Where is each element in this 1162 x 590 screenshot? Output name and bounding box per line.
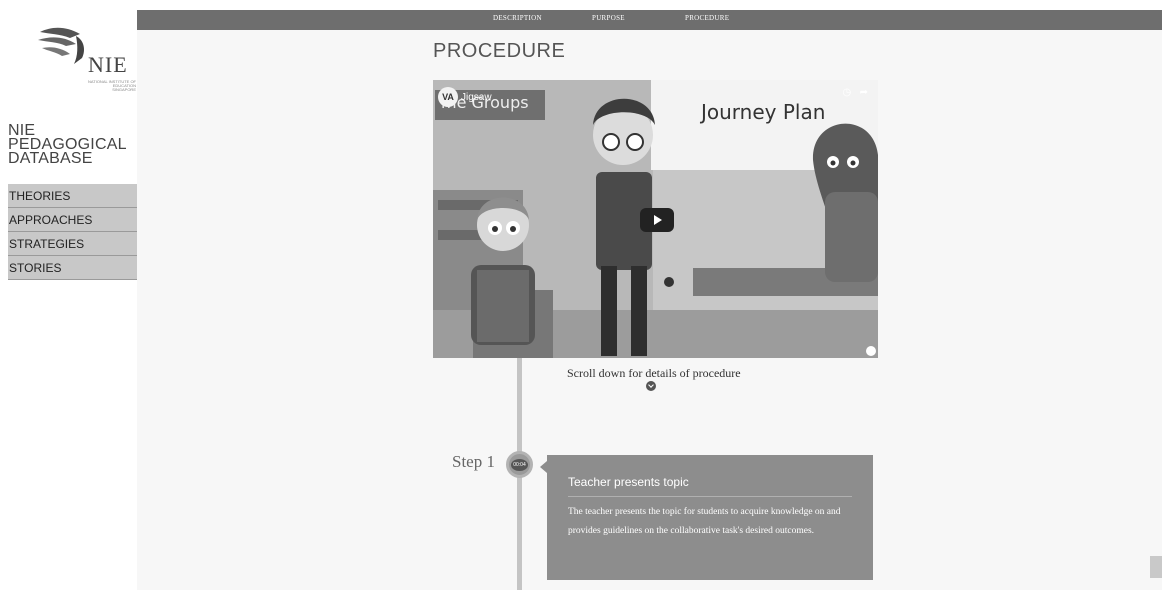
sidebar-menu: THEORIES APPROACHES STRATEGIES STORIES (8, 184, 137, 280)
lion-head-icon (38, 27, 84, 64)
step-card: Teacher presents topic The teacher prese… (540, 455, 873, 580)
nav-procedure[interactable]: PROCEDURE (685, 14, 729, 22)
channel-avatar-icon[interactable]: VA (438, 87, 458, 107)
database-title: NIE PEDAGOGICAL DATABASE (8, 123, 138, 167)
video-player[interactable]: me Groups VA Jigsaw Journey Plan ◷ ➦ (433, 80, 878, 358)
step-title: Teacher presents topic (568, 475, 689, 489)
scroll-to-top-button[interactable] (1150, 556, 1162, 578)
database-title-line: DATABASE (8, 150, 93, 167)
menu-item-theories[interactable]: THEORIES (8, 184, 137, 208)
page-title: PROCEDURE (433, 40, 566, 62)
step-marker: 00:04 (506, 451, 533, 478)
top-nav: DESCRIPTION PURPOSE PROCEDURE (137, 10, 1162, 30)
video-info-icon[interactable] (866, 346, 876, 356)
video-share-icons[interactable]: ◷ ➦ (843, 87, 868, 98)
nav-purpose[interactable]: PURPOSE (592, 14, 625, 22)
scroll-hint: Scroll down for details of procedure (567, 366, 741, 380)
step-label: Step 1 (452, 452, 495, 471)
step-time: 00:04 (511, 459, 528, 471)
menu-item-stories[interactable]: STORIES (8, 256, 137, 280)
nie-logo[interactable]: NIE NATIONAL INSTITUTE OF EDUCATION SING… (36, 22, 136, 92)
video-board-text: Journey Plan (701, 100, 826, 124)
chevron-down-icon[interactable] (646, 381, 656, 391)
step-divider (568, 496, 852, 497)
menu-item-strategies[interactable]: STRATEGIES (8, 232, 137, 256)
logo-text: NIE (88, 52, 128, 77)
step-body: The teacher presents the topic for stude… (568, 507, 841, 536)
play-icon[interactable] (640, 208, 674, 232)
menu-item-approaches[interactable]: APPROACHES (8, 208, 137, 232)
sidebar: NIE NATIONAL INSTITUTE OF EDUCATION SING… (0, 0, 137, 590)
video-title[interactable]: Jigsaw (461, 92, 492, 103)
logo-subtext: NATIONAL INSTITUTE OF EDUCATION SINGAPOR… (88, 79, 137, 92)
step-card-pointer (540, 461, 547, 473)
nav-description[interactable]: DESCRIPTION (493, 14, 542, 22)
